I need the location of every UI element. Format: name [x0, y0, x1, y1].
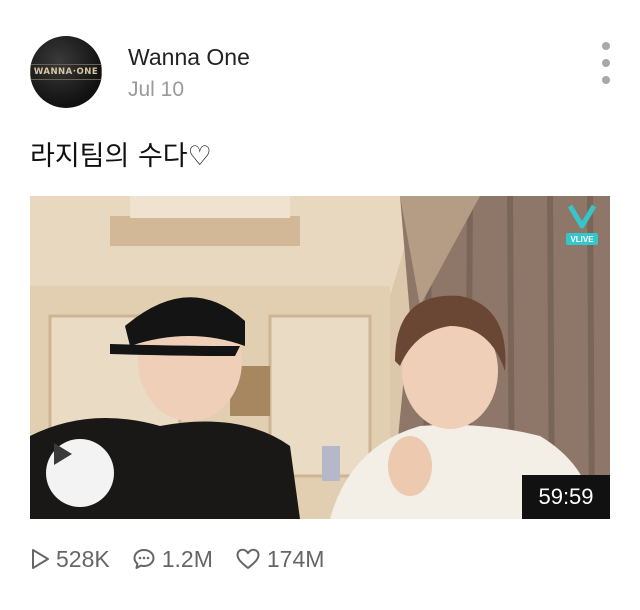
vlive-badge: VLIVE [564, 202, 600, 248]
play-button[interactable] [46, 439, 114, 507]
post-stats: 528K 1.2M 174M [30, 543, 346, 575]
more-dot [602, 76, 610, 84]
post-title[interactable]: 라지팀의 수다♡ [30, 134, 212, 173]
vlive-label: VLIVE [570, 235, 594, 244]
comments-stat[interactable]: 1.2M [132, 546, 213, 573]
video-thumbnail[interactable]: VLIVE 59:59 [30, 196, 610, 519]
more-vertical-icon [602, 42, 610, 50]
channel-logo: WANNA·ONE [30, 64, 102, 80]
play-outline-icon [32, 549, 49, 569]
video-duration: 59:59 [522, 475, 610, 519]
more-options-button[interactable] [596, 42, 616, 84]
heart-icon [236, 548, 260, 569]
channel-avatar[interactable]: WANNA·ONE [30, 36, 102, 108]
post-date: Jul 10 [128, 78, 185, 101]
more-dot [602, 59, 610, 67]
comments-count: 1.2M [161, 545, 213, 572]
video-scene [30, 196, 610, 519]
comment-icon [133, 549, 155, 569]
plays-count: 528K [56, 545, 110, 572]
likes-stat[interactable]: 174M [235, 545, 325, 573]
channel-name[interactable]: Wanna One [128, 44, 250, 71]
play-icon [54, 443, 72, 465]
plays-stat: 528K [30, 546, 110, 573]
likes-count: 174M [266, 545, 325, 572]
